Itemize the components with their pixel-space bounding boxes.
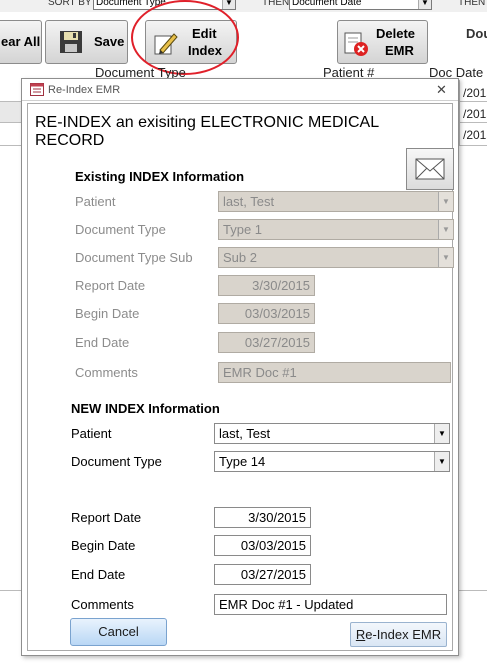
save-label: Save bbox=[94, 34, 125, 49]
close-icon[interactable]: ✕ bbox=[436, 82, 447, 98]
new-begin-date-field[interactable]: 03/03/2015 bbox=[214, 535, 311, 556]
existing-patient-label: Patient bbox=[75, 194, 116, 209]
existing-patient-value: last, Test bbox=[223, 194, 275, 209]
chevron-down-icon: ▼ bbox=[418, 0, 431, 9]
chevron-down-icon: ▼ bbox=[438, 220, 453, 239]
existing-comments-label: Comments bbox=[75, 365, 138, 380]
existing-begin-date-field: 03/03/2015 bbox=[218, 303, 315, 324]
existing-patient-dropdown: last, Test ▼ bbox=[218, 191, 454, 212]
table-row-date[interactable]: /2015 bbox=[463, 86, 487, 100]
clear-all-button[interactable]: ear All bbox=[0, 20, 42, 64]
cancel-button[interactable]: Cancel bbox=[70, 618, 167, 646]
save-icon bbox=[59, 30, 83, 57]
delete-emr-button[interactable]: Delete EMR bbox=[337, 20, 428, 64]
reindex-label: e-Index EMR bbox=[365, 627, 442, 642]
existing-doctype-sub-label: Document Type Sub bbox=[75, 250, 193, 265]
existing-section-title: Existing INDEX Information bbox=[75, 169, 245, 184]
existing-doctype-sub-value: Sub 2 bbox=[223, 250, 257, 265]
doc-button-label: Dou bbox=[466, 26, 487, 41]
dialog-titlebar[interactable]: Re-Index EMR ✕ bbox=[22, 79, 458, 101]
new-report-date-label: Report Date bbox=[71, 510, 142, 525]
new-section-title: NEW INDEX Information bbox=[71, 401, 220, 416]
existing-report-date-label: Report Date bbox=[75, 278, 146, 293]
table-row-date[interactable]: /2015 bbox=[463, 128, 487, 142]
chevron-down-icon: ▼ bbox=[222, 0, 235, 9]
dialog-body: RE-INDEX an exisiting ELECTRONIC MEDICAL… bbox=[27, 103, 454, 651]
new-report-date-field[interactable]: 3/30/2015 bbox=[214, 507, 311, 528]
clear-all-label: ear All bbox=[1, 34, 41, 49]
row-divider bbox=[0, 122, 21, 123]
delete-document-icon bbox=[343, 31, 369, 60]
delete-emr-label-2: EMR bbox=[385, 43, 414, 58]
existing-doctype-dropdown: Type 1 ▼ bbox=[218, 219, 454, 240]
save-button[interactable]: Save bbox=[45, 20, 128, 64]
delete-emr-label-1: Delete bbox=[376, 26, 416, 41]
new-comments-field[interactable]: EMR Doc #1 - Updated bbox=[214, 594, 447, 615]
new-patient-label: Patient bbox=[71, 426, 112, 441]
then-label-1: THEN bbox=[262, 0, 290, 8]
existing-doctype-value: Type 1 bbox=[223, 222, 263, 237]
chevron-down-icon: ▼ bbox=[438, 248, 453, 267]
existing-comments-field: EMR Doc #1 bbox=[218, 362, 451, 383]
existing-doctype-sub-dropdown: Sub 2 ▼ bbox=[218, 247, 454, 268]
reindex-emr-button[interactable]: Re-Index EMR bbox=[350, 622, 447, 647]
new-doctype-dropdown[interactable]: Type 14 ▼ bbox=[214, 451, 450, 472]
existing-begin-date-label: Begin Date bbox=[75, 306, 140, 321]
form-divider bbox=[459, 590, 487, 591]
reindex-accelerator-key: R bbox=[355, 627, 366, 642]
new-begin-date-label: Begin Date bbox=[71, 538, 136, 553]
existing-report-date-field: 3/30/2015 bbox=[218, 275, 315, 296]
then-label-2: THEN bbox=[458, 0, 486, 8]
existing-doctype-label: Document Type bbox=[75, 222, 166, 237]
chevron-down-icon[interactable]: ▼ bbox=[434, 424, 449, 443]
then-value-1: Document Date bbox=[292, 0, 362, 8]
envelope-icon bbox=[415, 158, 445, 183]
doc-date-column: /2015 /2015 /2015 bbox=[459, 80, 487, 146]
new-doctype-value: Type 14 bbox=[219, 454, 266, 469]
existing-end-date-field: 03/27/2015 bbox=[218, 332, 315, 353]
row-divider bbox=[0, 145, 21, 146]
form-icon bbox=[30, 83, 44, 99]
row-divider bbox=[459, 122, 487, 123]
annotation-circle bbox=[131, 0, 239, 75]
dialog-title: Re-Index EMR bbox=[48, 84, 121, 96]
email-button[interactable] bbox=[406, 148, 454, 190]
new-patient-value: last, Test bbox=[219, 426, 271, 441]
new-comments-label: Comments bbox=[71, 597, 134, 612]
reindex-dialog: Re-Index EMR ✕ RE-INDEX an exisiting ELE… bbox=[21, 78, 459, 656]
new-end-date-field[interactable]: 03/27/2015 bbox=[214, 564, 311, 585]
table-row-date[interactable]: /2015 bbox=[463, 107, 487, 121]
chevron-down-icon[interactable]: ▼ bbox=[434, 452, 449, 471]
selected-row-highlight bbox=[0, 102, 21, 122]
new-end-date-label: End Date bbox=[71, 567, 126, 582]
then-dropdown-1[interactable]: Document Date ▼ bbox=[289, 0, 432, 10]
page-title: RE-INDEX an exisiting ELECTRONIC MEDICAL… bbox=[35, 114, 379, 149]
sort-by-label: SORT BY bbox=[48, 0, 92, 8]
existing-end-date-label: End Date bbox=[75, 335, 130, 350]
form-divider bbox=[0, 590, 21, 591]
new-doctype-label: Document Type bbox=[71, 454, 162, 469]
row-divider bbox=[459, 101, 487, 102]
chevron-down-icon: ▼ bbox=[438, 192, 453, 211]
new-patient-dropdown[interactable]: last, Test ▼ bbox=[214, 423, 450, 444]
row-divider bbox=[459, 145, 487, 146]
